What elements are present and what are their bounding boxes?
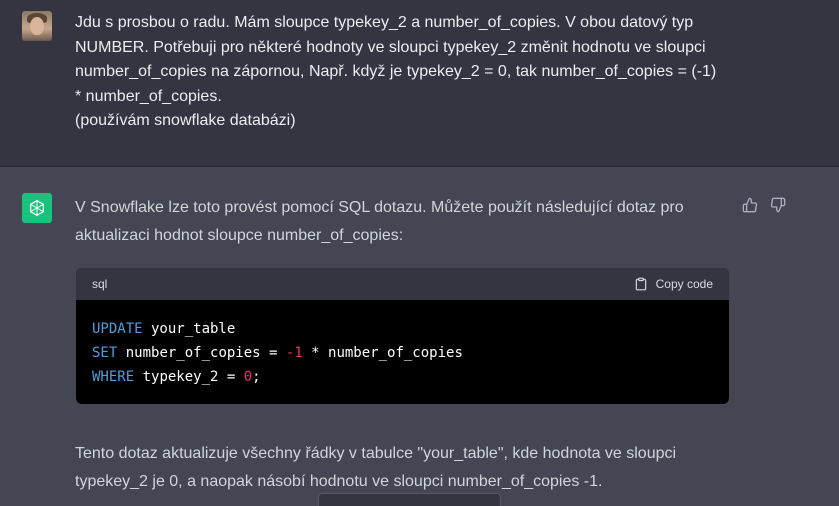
code-line: WHERE typekey_2 = 0; (92, 365, 713, 389)
assistant-explanation: Tento dotaz aktualizuje všechny řádky v … (75, 440, 735, 496)
sql-number: 0 (243, 369, 253, 385)
assistant-line: aktualizaci hodnot sloupce number_of_cop… (75, 227, 404, 244)
user-line: Jdu s prosbou o radu. Mám sloupce typeke… (75, 14, 694, 31)
regenerate-response-button[interactable] (318, 493, 501, 506)
sql-keyword: UPDATE (92, 321, 143, 337)
thumbs-up-icon[interactable] (741, 196, 759, 214)
code-language-label: sql (92, 277, 108, 291)
assistant-message: V Snowflake lze toto provést pomocí SQL … (0, 168, 839, 506)
copy-code-button[interactable]: Copy code (634, 277, 713, 291)
code-content: UPDATE your_table SET number_of_copies = … (76, 300, 729, 389)
thumbs-down-icon[interactable] (769, 196, 787, 214)
user-message-text: Jdu s prosbou o radu. Mám sloupce typeke… (75, 11, 755, 134)
code-text: your_table (142, 321, 236, 337)
user-line: * number_of_copies. (75, 87, 222, 105)
assistant-line: V Snowflake lze toto provést pomocí SQL … (75, 199, 684, 216)
user-line: NUMBER. Potřebuji pro některé hodnoty ve… (75, 38, 706, 56)
assistant-line: Tento dotaz aktualizuje všechny řádky v … (75, 445, 677, 462)
code-text: typekey_2 = (134, 369, 244, 385)
sql-number: -1 (285, 345, 303, 361)
assistant-intro: V Snowflake lze toto provést pomocí SQL … (75, 194, 725, 250)
user-avatar (22, 11, 52, 41)
sql-keyword: WHERE (92, 369, 135, 385)
openai-logo-icon (22, 193, 52, 223)
sql-keyword: SET (92, 345, 118, 361)
code-text: number_of_copies = (117, 345, 286, 361)
clipboard-icon (635, 277, 646, 291)
assistant-line: typekey_2 je 0, a naopak násobí hodnotu … (75, 473, 603, 490)
code-line: UPDATE your_table (92, 317, 713, 341)
copy-code-label: Copy code (655, 277, 713, 291)
feedback-buttons (741, 196, 787, 214)
code-header: sql Copy code (76, 268, 729, 300)
user-line: number_of_copies na zápornou, Např. když… (75, 63, 717, 80)
code-block: sql Copy code UPDATE your_table SET numbe… (76, 268, 729, 404)
code-line: SET number_of_copies = -1 * number_of_co… (92, 341, 713, 365)
user-message: Jdu s prosbou o radu. Mám sloupce typeke… (0, 0, 839, 167)
user-line: (používám snowflake databázi) (75, 112, 296, 129)
code-text: * number_of_copies (302, 345, 463, 361)
code-text: ; (252, 369, 261, 385)
